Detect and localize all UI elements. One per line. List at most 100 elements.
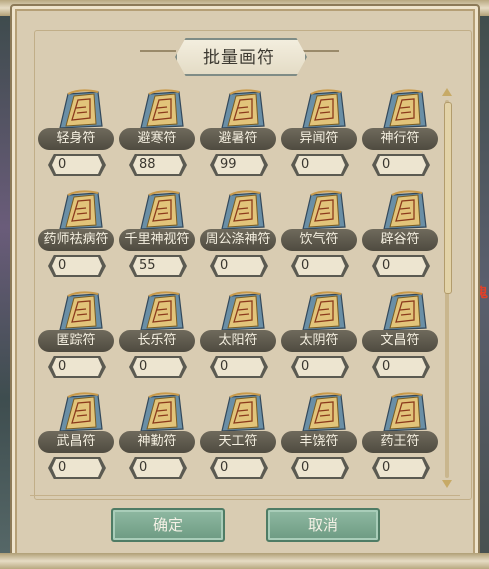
talisman-item[interactable]: 药师祛病符 0	[36, 189, 116, 284]
title-ornament-right	[303, 50, 339, 52]
talisman-item[interactable]: 丰饶符 0	[279, 391, 359, 486]
quantity-input[interactable]: 0	[214, 358, 264, 376]
quantity-input[interactable]: 0	[295, 459, 345, 477]
quantity-field[interactable]: 0	[291, 154, 349, 176]
quantity-input[interactable]: 55	[133, 257, 183, 275]
talisman-item[interactable]: 避暑符 99	[198, 88, 278, 183]
quantity-input[interactable]: 0	[52, 156, 102, 174]
talisman-item[interactable]: 神行符 0	[360, 88, 440, 183]
quantity-input-bg: 88	[133, 156, 183, 174]
talisman-item[interactable]: 太阴符 0	[279, 290, 359, 385]
talisman-name: 文昌符	[362, 330, 438, 352]
quantity-input-bg: 0	[295, 358, 345, 376]
quantity-input[interactable]: 0	[376, 257, 426, 275]
quantity-input-bg: 0	[214, 358, 264, 376]
talisman-name: 匿踪符	[38, 330, 114, 352]
quantity-input-bg: 0	[214, 459, 264, 477]
quantity-input-bg: 0	[376, 358, 426, 376]
quantity-input[interactable]: 88	[133, 156, 183, 174]
quantity-field[interactable]: 88	[129, 154, 187, 176]
quantity-input-bg: 0	[52, 358, 102, 376]
quantity-input[interactable]: 0	[52, 459, 102, 477]
talisman-item[interactable]: 辟谷符 0	[360, 189, 440, 284]
talisman-item[interactable]: 神勤符 0	[117, 391, 197, 486]
quantity-field[interactable]: 0	[129, 356, 187, 378]
talisman-item[interactable]: 饮气符 0	[279, 189, 359, 284]
talisman-name: 武昌符	[38, 431, 114, 453]
confirm-button[interactable]: 确定	[111, 508, 225, 542]
quantity-field[interactable]: 0	[291, 356, 349, 378]
scroll-up-arrow-icon[interactable]	[442, 88, 452, 96]
talisman-name: 神勤符	[119, 431, 195, 453]
scroll-roller-bottom	[0, 553, 489, 569]
quantity-input[interactable]: 0	[295, 358, 345, 376]
quantity-input-bg: 55	[133, 257, 183, 275]
page-title: 批量画符	[203, 47, 275, 68]
quantity-input-bg: 0	[295, 156, 345, 174]
scroll-down-arrow-icon[interactable]	[442, 480, 452, 488]
quantity-input-bg: 0	[52, 156, 102, 174]
quantity-input-bg: 0	[214, 257, 264, 275]
talisman-item[interactable]: 避寒符 88	[117, 88, 197, 183]
divider	[30, 495, 460, 496]
talisman-item[interactable]: 太阳符 0	[198, 290, 278, 385]
quantity-field[interactable]: 0	[372, 154, 430, 176]
quantity-field[interactable]: 0	[210, 356, 268, 378]
quantity-field[interactable]: 0	[48, 255, 106, 277]
talisman-name: 周公涤神符	[200, 229, 276, 251]
quantity-input[interactable]: 0	[133, 459, 183, 477]
quantity-field[interactable]: 0	[372, 457, 430, 479]
talisman-name: 异闻符	[281, 128, 357, 150]
quantity-field[interactable]: 0	[372, 356, 430, 378]
quantity-input[interactable]: 0	[214, 459, 264, 477]
quantity-input[interactable]: 0	[376, 358, 426, 376]
quantity-input[interactable]: 0	[214, 257, 264, 275]
cancel-button[interactable]: 取消	[266, 508, 380, 542]
scrollbar[interactable]	[441, 88, 453, 490]
talisman-name: 太阴符	[281, 330, 357, 352]
quantity-field[interactable]: 0	[48, 154, 106, 176]
quantity-input[interactable]: 99	[214, 156, 264, 174]
quantity-input[interactable]: 0	[376, 156, 426, 174]
quantity-input[interactable]: 0	[295, 257, 345, 275]
quantity-input[interactable]: 0	[52, 358, 102, 376]
talisman-item[interactable]: 武昌符 0	[36, 391, 116, 486]
talisman-item[interactable]: 千里神视符 55	[117, 189, 197, 284]
quantity-field[interactable]: 0	[291, 457, 349, 479]
quantity-field[interactable]: 99	[210, 154, 268, 176]
quantity-input[interactable]: 0	[376, 459, 426, 477]
quantity-input-bg: 0	[376, 156, 426, 174]
quantity-field[interactable]: 0	[372, 255, 430, 277]
talisman-item[interactable]: 异闻符 0	[279, 88, 359, 183]
quantity-field[interactable]: 0	[210, 457, 268, 479]
quantity-input-bg: 0	[133, 358, 183, 376]
quantity-input-bg: 0	[52, 459, 102, 477]
quantity-field[interactable]: 0	[210, 255, 268, 277]
title-ornament-left	[140, 50, 176, 52]
talisman-name: 药师祛病符	[38, 229, 114, 251]
quantity-field[interactable]: 0	[48, 457, 106, 479]
talisman-item[interactable]: 天工符 0	[198, 391, 278, 486]
talisman-name: 避暑符	[200, 128, 276, 150]
talisman-item[interactable]: 长乐符 0	[117, 290, 197, 385]
talisman-item[interactable]: 轻身符 0	[36, 88, 116, 183]
talisman-item[interactable]: 匿踪符 0	[36, 290, 116, 385]
talisman-name: 千里神视符	[119, 229, 195, 251]
quantity-input[interactable]: 0	[295, 156, 345, 174]
talisman-name: 丰饶符	[281, 431, 357, 453]
talisman-name: 太阳符	[200, 330, 276, 352]
quantity-field[interactable]: 0	[129, 457, 187, 479]
talisman-name: 辟谷符	[362, 229, 438, 251]
quantity-field[interactable]: 0	[48, 356, 106, 378]
scrollbar-thumb[interactable]	[444, 102, 452, 294]
talisman-item[interactable]: 药王符 0	[360, 391, 440, 486]
talisman-item[interactable]: 文昌符 0	[360, 290, 440, 385]
talisman-item[interactable]: 周公涤神符 0	[198, 189, 278, 284]
quantity-input[interactable]: 0	[133, 358, 183, 376]
quantity-input-bg: 0	[295, 257, 345, 275]
talisman-name: 饮气符	[281, 229, 357, 251]
quantity-input[interactable]: 0	[52, 257, 102, 275]
quantity-field[interactable]: 0	[291, 255, 349, 277]
quantity-field[interactable]: 55	[129, 255, 187, 277]
talisman-name: 长乐符	[119, 330, 195, 352]
